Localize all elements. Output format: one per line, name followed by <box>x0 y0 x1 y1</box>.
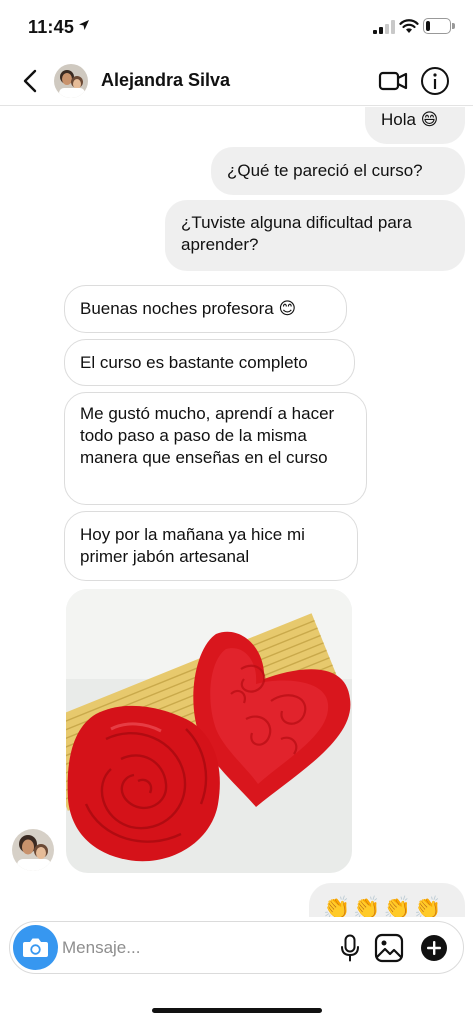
incoming-message[interactable]: El curso es bastante completo <box>64 339 355 386</box>
cellular-signal-icon <box>373 20 395 34</box>
avatar-photo <box>12 829 54 871</box>
camera-button[interactable] <box>13 925 58 970</box>
status-time: 11:45 <box>28 17 75 37</box>
avatar-photo <box>54 64 88 98</box>
home-indicator[interactable] <box>152 1008 322 1013</box>
status-bar: 11:45 <box>0 0 473 56</box>
incoming-message[interactable]: Buenas noches profesora 😊 <box>64 285 347 333</box>
incoming-message[interactable]: Me gustó mucho, aprendí a hacer todo pas… <box>64 392 367 505</box>
message-thread[interactable]: Hola 😄 ¿Qué te pareció el curso? ¿Tuvist… <box>0 107 473 917</box>
chat-header: Alejandra Silva <box>0 56 473 106</box>
sender-avatar[interactable] <box>12 829 54 871</box>
outgoing-message[interactable]: Hola 😄 <box>365 107 465 144</box>
microphone-icon[interactable] <box>339 934 361 962</box>
battery-nub <box>452 23 455 29</box>
info-icon[interactable] <box>419 65 451 97</box>
incoming-message[interactable]: Hoy por la mañana ya hice mi primer jabó… <box>64 511 358 581</box>
outgoing-emoji-message[interactable]: 👏👏👏👏👏 <box>309 883 465 917</box>
message-composer <box>9 921 464 974</box>
video-camera-icon[interactable] <box>378 66 408 96</box>
clapping-hands-emoji: 👏👏👏👏👏 <box>323 895 445 918</box>
chevron-left-icon[interactable] <box>18 66 44 96</box>
message-input[interactable] <box>62 934 317 962</box>
outgoing-message[interactable]: ¿Qué te pareció el curso? <box>211 147 465 195</box>
gallery-icon[interactable] <box>374 933 404 963</box>
avatar[interactable] <box>54 64 88 98</box>
battery-icon <box>423 18 455 34</box>
soap-photo-message[interactable] <box>66 589 352 873</box>
contact-name[interactable]: Alejandra Silva <box>101 70 230 91</box>
soap-photo <box>66 589 352 873</box>
outgoing-message[interactable]: ¿Tuviste alguna dificultad para aprender… <box>165 200 465 271</box>
battery-level <box>426 21 430 31</box>
camera-icon <box>23 938 48 957</box>
wifi-icon <box>399 19 419 33</box>
add-icon[interactable] <box>420 934 448 962</box>
location-arrow-icon <box>79 20 89 30</box>
